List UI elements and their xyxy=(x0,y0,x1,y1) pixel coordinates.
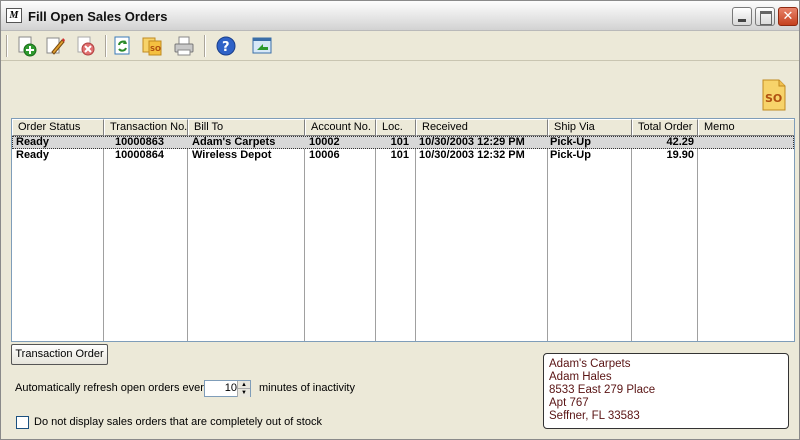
export-button[interactable] xyxy=(250,34,274,58)
cell-memo xyxy=(701,136,794,149)
cell-transaction-no: 10000864 xyxy=(115,149,164,161)
svg-text:SO: SO xyxy=(150,45,161,53)
transaction-order-button[interactable]: Transaction Order xyxy=(11,344,108,365)
delete-icon xyxy=(77,36,95,56)
cell-loc: 101 xyxy=(390,149,409,161)
address-line: Seffner, FL 33583 xyxy=(549,410,640,422)
grid-header: Order Status Transaction No. Bill To Acc… xyxy=(12,119,794,136)
grid-column-line xyxy=(375,136,376,341)
help-button[interactable]: ? xyxy=(214,34,238,58)
cell-loc: 101 xyxy=(390,136,409,148)
app-icon: M xyxy=(6,8,22,23)
grid-column-line xyxy=(631,136,632,341)
cell-order-status: Ready xyxy=(16,149,50,161)
grid-column-line xyxy=(697,136,698,341)
cell-total-order: 42.29 xyxy=(666,136,694,148)
refresh-minutes-spinner[interactable]: 10 ▲ ▼ xyxy=(204,380,251,397)
title-bar[interactable]: M Fill Open Sales Orders ✕ xyxy=(1,1,799,31)
column-header-transaction-no[interactable]: Transaction No. xyxy=(104,119,188,136)
toolbar-separator xyxy=(105,35,107,57)
column-header-order-status[interactable]: Order Status xyxy=(12,119,104,136)
svg-text:?: ? xyxy=(222,40,230,55)
window-title: Fill Open Sales Orders xyxy=(28,9,168,24)
spinner-up-icon[interactable]: ▲ xyxy=(237,381,250,389)
orders-grid[interactable]: Order Status Transaction No. Bill To Acc… xyxy=(11,118,795,342)
refresh-label-after: minutes of inactivity xyxy=(259,382,355,394)
cell-memo xyxy=(701,149,794,162)
column-header-ship-via[interactable]: Ship Via xyxy=(548,119,632,136)
cell-total-order: 19.90 xyxy=(666,149,694,161)
minimize-button[interactable] xyxy=(732,7,752,26)
column-header-total-order[interactable]: Total Order xyxy=(632,119,698,136)
refresh-icon xyxy=(114,36,130,55)
spinner-down-icon[interactable]: ▼ xyxy=(237,389,250,397)
close-button[interactable]: ✕ xyxy=(778,7,798,26)
sales-order-badge-icon: SO xyxy=(762,79,786,111)
grid-column-line xyxy=(415,136,416,341)
refresh-minutes-value[interactable]: 10 xyxy=(205,382,237,394)
cell-received: 10/30/2003 12:32 PM xyxy=(419,149,525,161)
print-button[interactable] xyxy=(172,34,196,58)
sales-order-icon: SO xyxy=(142,37,162,56)
print-icon xyxy=(174,36,194,56)
refresh-label-before: Automatically refresh open orders every xyxy=(15,382,210,394)
column-header-memo[interactable]: Memo xyxy=(698,119,794,136)
cell-bill-to: Adam's Carpets xyxy=(192,136,276,148)
toolbar-grip[interactable] xyxy=(6,35,8,57)
grid-column-line xyxy=(187,136,188,341)
column-header-loc[interactable]: Loc. xyxy=(376,119,416,136)
out-of-stock-label[interactable]: Do not display sales orders that are com… xyxy=(34,416,322,428)
fill-open-sales-orders-window: M Fill Open Sales Orders ✕ SO ? SO Order… xyxy=(0,0,800,440)
out-of-stock-checkbox[interactable] xyxy=(16,416,29,429)
table-row[interactable]: Ready 10000863 Adam's Carpets 10002 101 … xyxy=(12,136,794,149)
cell-ship-via: Pick-Up xyxy=(550,149,591,161)
address-line: Adam's Carpets xyxy=(549,358,631,370)
cell-account-no: 10006 xyxy=(309,149,340,161)
edit-button[interactable] xyxy=(43,34,67,58)
export-icon xyxy=(252,37,272,54)
edit-icon xyxy=(46,37,65,55)
grid-column-line xyxy=(547,136,548,341)
svg-text:SO: SO xyxy=(765,92,782,105)
cell-ship-via: Pick-Up xyxy=(550,136,591,148)
add-button[interactable] xyxy=(15,34,39,58)
column-header-bill-to[interactable]: Bill To xyxy=(188,119,305,136)
cell-order-status: Ready xyxy=(16,136,50,148)
cell-bill-to: Wireless Depot xyxy=(192,149,272,161)
column-header-received[interactable]: Received xyxy=(416,119,548,136)
fill-sales-order-button[interactable]: SO xyxy=(140,34,164,58)
grid-column-line xyxy=(304,136,305,341)
help-icon: ? xyxy=(216,36,236,56)
address-line: 8533 East 279 Place xyxy=(549,384,656,396)
column-header-account-no[interactable]: Account No. xyxy=(305,119,376,136)
cell-received: 10/30/2003 12:29 PM xyxy=(419,136,525,148)
delete-button[interactable] xyxy=(74,34,98,58)
toolbar-separator xyxy=(204,35,206,57)
bill-to-address-panel: Adam's Carpets Adam Hales 8533 East 279 … xyxy=(543,353,789,429)
close-icon: ✕ xyxy=(782,9,794,24)
table-row[interactable]: Ready 10000864 Wireless Depot 10006 101 … xyxy=(12,149,794,162)
refresh-button[interactable] xyxy=(111,34,135,58)
cell-account-no: 10002 xyxy=(309,136,340,148)
add-icon xyxy=(18,36,37,57)
address-line: Adam Hales xyxy=(549,371,612,383)
grid-column-line xyxy=(103,136,104,341)
cell-transaction-no: 10000863 xyxy=(115,136,164,148)
maximize-button[interactable] xyxy=(755,7,775,26)
address-line: Apt 767 xyxy=(549,397,589,409)
toolbar: SO ? xyxy=(1,31,799,61)
